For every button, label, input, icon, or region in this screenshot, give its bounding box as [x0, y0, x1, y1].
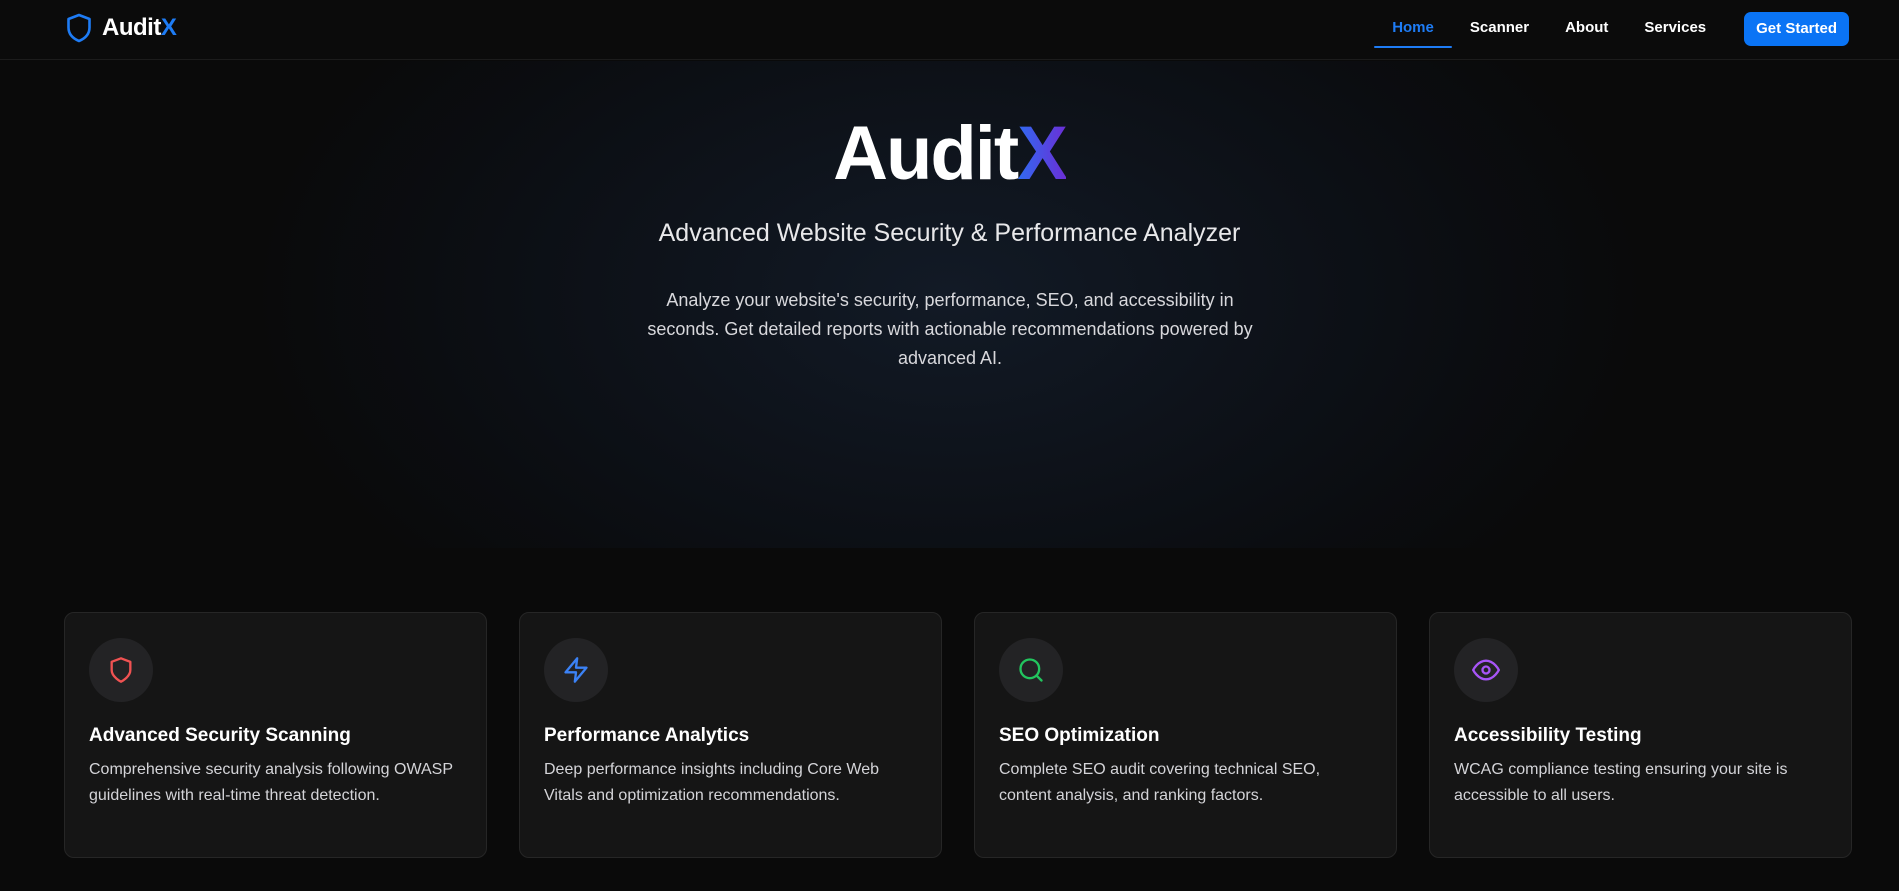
brand-name-main: Audit — [102, 14, 161, 41]
feature-card-performance: Performance Analytics Deep performance i… — [519, 612, 942, 858]
feature-card-security: Advanced Security Scanning Comprehensive… — [64, 612, 487, 858]
feature-title: Performance Analytics — [544, 725, 750, 746]
brand-name: AuditX — [102, 14, 177, 42]
brand-logo[interactable]: AuditX — [66, 13, 177, 43]
main-nav: Home Scanner About Services Get Started — [1374, 11, 1849, 48]
shield-icon — [110, 657, 132, 683]
feature-icon-container — [89, 638, 153, 702]
hero-subtitle: Advanced Website Security & Performance … — [658, 219, 1241, 247]
top-navigation-bar: AuditX Home Scanner About Services Get S… — [0, 0, 1899, 60]
nav-link-about[interactable]: About — [1547, 11, 1626, 47]
hero-description: Analyze your website's security, perform… — [647, 290, 1253, 368]
feature-icon-container — [1454, 638, 1518, 702]
shield-icon — [67, 13, 91, 43]
feature-title: Advanced Security Scanning — [89, 725, 351, 746]
feature-title: Accessibility Testing — [1454, 725, 1642, 746]
eye-icon — [1472, 659, 1500, 681]
feature-description: Deep performance insights including Core… — [544, 761, 879, 804]
hero-title-main: Audit — [833, 111, 1019, 196]
feature-description: Comprehensive security analysis followin… — [89, 761, 453, 804]
search-icon — [1019, 658, 1043, 682]
hero-title: AuditX — [0, 116, 1899, 192]
feature-card-accessibility: Accessibility Testing WCAG compliance te… — [1429, 612, 1852, 858]
feature-card-seo: SEO Optimization Complete SEO audit cove… — [974, 612, 1397, 858]
feature-description: Complete SEO audit covering technical SE… — [999, 761, 1321, 804]
get-started-button[interactable]: Get Started — [1744, 12, 1849, 46]
lightning-icon — [564, 657, 588, 683]
brand-name-accent: X — [160, 14, 177, 41]
feature-icon-container — [999, 638, 1063, 702]
feature-cards: Advanced Security Scanning Comprehensive… — [64, 612, 1852, 858]
feature-description: WCAG compliance testing ensuring your si… — [1454, 761, 1788, 804]
nav-link-services[interactable]: Services — [1626, 11, 1724, 47]
feature-icon-container — [544, 638, 608, 702]
nav-link-home[interactable]: Home — [1374, 11, 1452, 48]
nav-link-scanner[interactable]: Scanner — [1452, 11, 1547, 47]
feature-title: SEO Optimization — [999, 725, 1160, 746]
hero-section: AuditX Advanced Website Security & Perfo… — [0, 61, 1899, 548]
hero-title-accent: X — [1017, 111, 1068, 196]
